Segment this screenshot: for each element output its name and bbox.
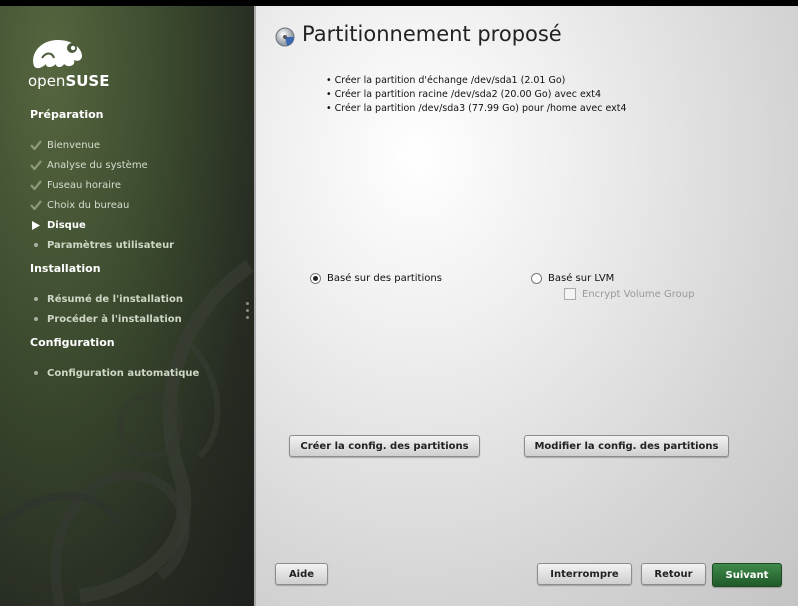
radio-button-unchecked[interactable] [531, 273, 542, 284]
check-icon [28, 180, 44, 190]
summary-item: Créer la partition /dev/sda3 (77.99 Go) … [326, 102, 627, 116]
check-icon [28, 200, 44, 210]
summary-item: Créer la partition racine /dev/sda2 (20.… [326, 88, 627, 102]
step-user-settings: Paramètres utilisateur [28, 237, 174, 253]
chameleon-icon [33, 40, 82, 69]
back-button[interactable]: Retour [641, 563, 706, 585]
checkbox-encrypt-volume-group[interactable]: Encrypt Volume Group [564, 288, 694, 300]
abort-button[interactable]: Interrompre [537, 563, 632, 585]
opensuse-logo: openSUSE [28, 36, 109, 90]
disk-icon [275, 27, 295, 51]
checkbox-box[interactable] [564, 288, 576, 300]
step-label: Analyse du système [47, 159, 148, 171]
section-title-configuration: Configuration [30, 336, 115, 349]
sidebar: openSUSE Préparation Bienvenue Analyse d… [0, 6, 254, 606]
radio-label: Basé sur LVM [548, 273, 615, 284]
step-system-analysis: Analyse du système [28, 157, 148, 173]
step-label: Procéder à l'installation [47, 313, 182, 325]
sidebar-resize-handle[interactable] [246, 302, 250, 323]
radio-label: Basé sur des partitions [327, 273, 442, 284]
play-arrow-icon [28, 220, 44, 230]
section-title-preparation: Préparation [30, 108, 104, 121]
radio-partition-based[interactable]: Basé sur des partitions [310, 273, 442, 284]
radio-lvm-based[interactable]: Basé sur LVM [531, 273, 614, 284]
radio-button-checked[interactable] [310, 273, 321, 284]
step-auto-configuration: Configuration automatique [28, 365, 199, 381]
step-installation-summary: Résumé de l'installation [28, 291, 183, 307]
bullet-icon [28, 371, 44, 375]
logo-wordmark: openSUSE [28, 72, 110, 90]
summary-item: Créer la partition d'échange /dev/sda1 (… [326, 74, 627, 88]
step-disk: Disque [28, 217, 86, 233]
bullet-icon [28, 297, 44, 301]
step-label: Résumé de l'installation [47, 293, 183, 305]
check-icon [28, 140, 44, 150]
page-title: Partitionnement proposé [302, 22, 562, 46]
step-label: Choix du bureau [47, 199, 130, 211]
checkbox-label: Encrypt Volume Group [582, 288, 695, 300]
next-button[interactable]: Suivant [712, 563, 782, 587]
step-label: Paramètres utilisateur [47, 239, 175, 251]
step-label: Fuseau horaire [47, 179, 122, 191]
bullet-icon [28, 243, 44, 247]
step-timezone: Fuseau horaire [28, 177, 121, 193]
step-label: Configuration automatique [47, 367, 200, 379]
help-button[interactable]: Aide [275, 563, 328, 585]
check-icon [28, 160, 44, 170]
edit-partition-setup-button[interactable]: Modifier la config. des partitions [524, 435, 729, 457]
step-perform-installation: Procéder à l'installation [28, 311, 182, 327]
create-partition-setup-button[interactable]: Créer la config. des partitions [289, 435, 480, 457]
step-label: Bienvenue [47, 139, 101, 151]
step-label: Disque [47, 219, 86, 231]
main-panel: Partitionnement proposé Créer la partiti… [254, 6, 798, 606]
section-title-installation: Installation [30, 262, 101, 275]
bullet-icon [28, 317, 44, 321]
step-welcome: Bienvenue [28, 137, 100, 153]
partition-summary-list: Créer la partition d'échange /dev/sda1 (… [326, 74, 627, 116]
step-desktop-selection: Choix du bureau [28, 197, 129, 213]
